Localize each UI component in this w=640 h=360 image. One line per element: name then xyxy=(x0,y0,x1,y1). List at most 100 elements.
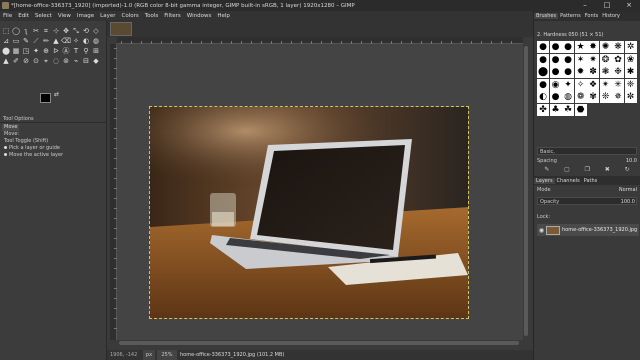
brush-preview-icon[interactable]: ❃ xyxy=(599,66,612,78)
tool-button-icon[interactable]: ▲ xyxy=(1,56,11,66)
tool-button-icon[interactable]: ▦ xyxy=(11,46,21,56)
tool-button-icon[interactable]: ◌ xyxy=(51,56,61,66)
spacing-value[interactable]: 10.0 xyxy=(604,158,637,164)
menu-filters[interactable]: Filters xyxy=(164,13,181,19)
tool-button-icon[interactable]: ⊞ xyxy=(91,46,101,56)
horizontal-ruler[interactable] xyxy=(117,37,523,44)
canvas-area[interactable] xyxy=(117,44,523,340)
mode-dropdown[interactable]: Normal xyxy=(594,187,637,193)
brush-preview-icon[interactable]: ❁ xyxy=(574,91,587,103)
horizontal-scrollbar[interactable] xyxy=(117,340,523,346)
tab-brushes[interactable]: Brushes xyxy=(534,13,559,19)
option-pick-layer[interactable]: Pick a layer or guide xyxy=(0,145,107,152)
tool-button-icon[interactable]: ✏ xyxy=(41,36,51,46)
tool-button-icon[interactable]: ⊘ xyxy=(21,56,31,66)
brush-preview-icon[interactable]: ● xyxy=(537,78,549,91)
brush-preview-icon[interactable]: ❋ xyxy=(612,41,624,53)
tool-button-icon[interactable]: ⚲ xyxy=(81,46,91,56)
tool-button-icon[interactable]: ʅ xyxy=(21,26,31,36)
brush-preset-field[interactable]: Basic, xyxy=(537,147,637,155)
tool-options-tab[interactable]: Move xyxy=(2,124,20,131)
tool-button-icon[interactable]: ✦ xyxy=(31,46,41,56)
menu-help[interactable]: Help xyxy=(217,13,230,19)
layer-row[interactable]: ◉ home-office-336373_1920.jpg xyxy=(537,224,639,236)
tool-button-icon[interactable]: ▭ xyxy=(11,36,21,46)
brush-preview-icon[interactable]: ✧ xyxy=(574,78,587,91)
tool-button-icon[interactable]: ⌗ xyxy=(41,26,51,36)
menu-colors[interactable]: Colors xyxy=(121,13,138,19)
menu-file[interactable]: File xyxy=(3,13,12,19)
tool-button-icon[interactable]: ✥ xyxy=(61,26,71,36)
brush-preview-icon[interactable]: ✼ xyxy=(624,91,637,103)
brush-preview-icon[interactable]: ❂ xyxy=(599,53,612,66)
tool-button-icon[interactable]: ◇ xyxy=(91,26,101,36)
brush-preview-icon[interactable]: ★ xyxy=(574,41,587,53)
refresh-brushes-icon[interactable]: ↻ xyxy=(625,166,630,175)
menu-windows[interactable]: Windows xyxy=(187,13,212,19)
layer-name[interactable]: home-office-336373_1920.jpg xyxy=(562,227,637,233)
brush-preview-icon[interactable]: ◉ xyxy=(549,78,562,91)
unit-selector[interactable]: px xyxy=(143,350,155,360)
tool-button-icon[interactable]: ◐ xyxy=(81,36,91,46)
tool-button-icon[interactable]: ◳ xyxy=(21,46,31,56)
brush-preview-icon[interactable]: ✺ xyxy=(599,41,612,53)
brush-preview-icon[interactable]: ✱ xyxy=(624,66,637,78)
brush-preview-icon[interactable]: ⬣ xyxy=(574,103,587,116)
tool-button-icon[interactable]: ⤡ xyxy=(71,26,81,36)
tool-button-icon[interactable]: ◆ xyxy=(91,56,101,66)
brush-preview-icon[interactable]: ✵ xyxy=(612,91,624,103)
option-move-active[interactable]: Move the active layer xyxy=(0,152,107,159)
maximize-button[interactable]: □ xyxy=(596,0,618,11)
brush-preview-icon[interactable]: ✿ xyxy=(612,53,624,66)
vertical-scrollbar[interactable] xyxy=(523,44,529,340)
tool-button-icon[interactable]: T xyxy=(71,46,81,56)
tool-button-icon[interactable]: ◯ xyxy=(11,26,21,36)
brush-preview-icon[interactable]: ✶ xyxy=(574,53,587,66)
menu-layer[interactable]: Layer xyxy=(100,13,115,19)
tool-button-icon[interactable]: ⊿ xyxy=(1,36,11,46)
tool-button-icon[interactable]: ⟲ xyxy=(81,26,91,36)
horizontal-scroll-thumb[interactable] xyxy=(119,341,519,345)
brush-preview-icon[interactable]: ✴ xyxy=(599,78,612,91)
tool-button-icon[interactable]: ⊟ xyxy=(81,56,91,66)
tool-button-icon[interactable]: Ⓐ xyxy=(61,46,71,56)
tab-history[interactable]: History xyxy=(600,13,622,19)
brush-preview-icon[interactable]: ❈ xyxy=(624,78,637,91)
tool-button-icon[interactable]: ✂ xyxy=(31,26,41,36)
tool-button-icon[interactable]: ▲ xyxy=(51,36,61,46)
brush-preview-icon[interactable]: ● xyxy=(549,41,562,53)
brush-preview-icon[interactable]: ☘ xyxy=(562,103,574,116)
menu-select[interactable]: Select xyxy=(35,13,52,19)
tool-button-icon[interactable]: ᐅ xyxy=(51,46,61,56)
close-button[interactable]: × xyxy=(618,0,640,11)
tool-button-icon[interactable]: ◍ xyxy=(91,36,101,46)
brush-preview-icon[interactable]: ✹ xyxy=(574,66,587,78)
brush-preview-icon[interactable]: ✸ xyxy=(587,41,599,53)
brush-preview-icon[interactable]: ● xyxy=(537,41,549,53)
brush-preview-icon[interactable]: ❖ xyxy=(587,78,599,91)
tool-button-icon[interactable]: ⌫ xyxy=(61,36,71,46)
tool-button-icon[interactable]: ✐ xyxy=(11,56,21,66)
fg-bg-color-selector[interactable]: ⇄ xyxy=(40,91,64,109)
image-tab-thumbnail[interactable] xyxy=(110,22,132,36)
brush-preview-icon[interactable]: ❊ xyxy=(599,91,612,103)
brush-preview-icon[interactable]: ● xyxy=(562,41,574,53)
brush-preview-icon[interactable]: ✤ xyxy=(537,103,549,116)
tool-button-icon[interactable]: ✎ xyxy=(21,36,31,46)
tool-button-icon[interactable]: ⌁ xyxy=(71,56,81,66)
tool-button-icon[interactable]: ⬤ xyxy=(1,46,11,56)
brush-preview-icon[interactable]: ❉ xyxy=(612,66,624,78)
tool-button-icon[interactable]: ✧ xyxy=(71,36,81,46)
brush-preview-icon[interactable]: ● xyxy=(549,53,562,66)
zoom-selector[interactable]: 25% xyxy=(157,350,177,360)
minimize-button[interactable]: – xyxy=(574,0,596,11)
brush-preview-icon[interactable]: ◍ xyxy=(562,91,574,103)
brush-preview-icon[interactable]: ● xyxy=(562,66,574,78)
visibility-eye-icon[interactable]: ◉ xyxy=(537,227,546,234)
opacity-value[interactable]: 100.0 xyxy=(604,199,635,205)
tab-channels[interactable]: Channels xyxy=(555,178,582,184)
edit-brush-icon[interactable]: ✎ xyxy=(544,166,549,175)
brush-preview-icon[interactable]: ✳ xyxy=(612,78,624,91)
duplicate-brush-icon[interactable]: ❐ xyxy=(585,166,590,175)
tab-fonts[interactable]: Fonts xyxy=(583,13,601,19)
